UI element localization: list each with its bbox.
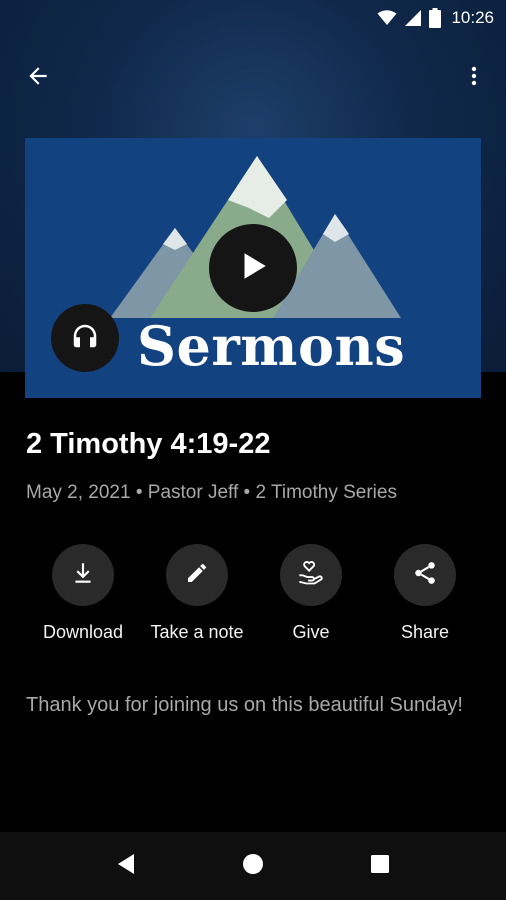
status-bar: 10:26 (0, 0, 506, 36)
share-label: Share (400, 622, 450, 642)
artwork-title: Sermons (137, 314, 406, 378)
nav-recents-button[interactable] (360, 846, 400, 886)
battery-icon (429, 8, 442, 28)
give-button[interactable]: Give (251, 544, 371, 643)
sermon-artwork: Sermons (25, 138, 481, 398)
nav-back-button[interactable] (106, 846, 146, 886)
download-circle (52, 544, 114, 606)
nav-recents-icon (370, 854, 390, 879)
share-icon (412, 560, 438, 591)
back-button[interactable] (18, 58, 58, 98)
nav-back-icon (115, 852, 137, 881)
take-note-circle (166, 544, 228, 606)
give-heart-hand-icon (297, 559, 325, 592)
download-button[interactable]: Download (23, 544, 143, 643)
download-label: Download (42, 622, 124, 642)
arrow-back-icon (25, 63, 51, 94)
headphones-icon (70, 321, 100, 356)
status-time: 10:26 (451, 8, 494, 27)
nav-home-button[interactable] (233, 846, 273, 886)
sermon-detail-screen: 10:26 Sermons 2 Timothy 4:19-22 May 2, 2… (0, 0, 506, 900)
system-nav-bar (0, 832, 506, 900)
give-label: Give (292, 622, 330, 642)
take-note-label: Take a note (150, 622, 244, 642)
share-circle (394, 544, 456, 606)
more-options-button[interactable] (454, 58, 494, 98)
wifi-icon (377, 10, 397, 26)
more-vert-icon (462, 64, 486, 93)
sermon-title: 2 Timothy 4:19-22 (26, 428, 271, 460)
app-bar (0, 52, 506, 96)
download-icon (70, 560, 96, 591)
sermon-meta: May 2, 2021 • Pastor Jeff • 2 Timothy Se… (26, 482, 397, 503)
nav-home-icon (242, 853, 264, 880)
share-button[interactable]: Share (365, 544, 485, 643)
signal-icon (405, 10, 422, 26)
audio-button[interactable] (51, 304, 119, 372)
give-circle (280, 544, 342, 606)
action-row: Download Take a note Give Share (0, 544, 506, 654)
pencil-icon (185, 561, 209, 590)
play-icon (236, 249, 270, 288)
take-note-button[interactable]: Take a note (137, 544, 257, 643)
sermon-description: Thank you for joining us on this beautif… (26, 694, 463, 716)
play-button[interactable] (209, 224, 297, 312)
